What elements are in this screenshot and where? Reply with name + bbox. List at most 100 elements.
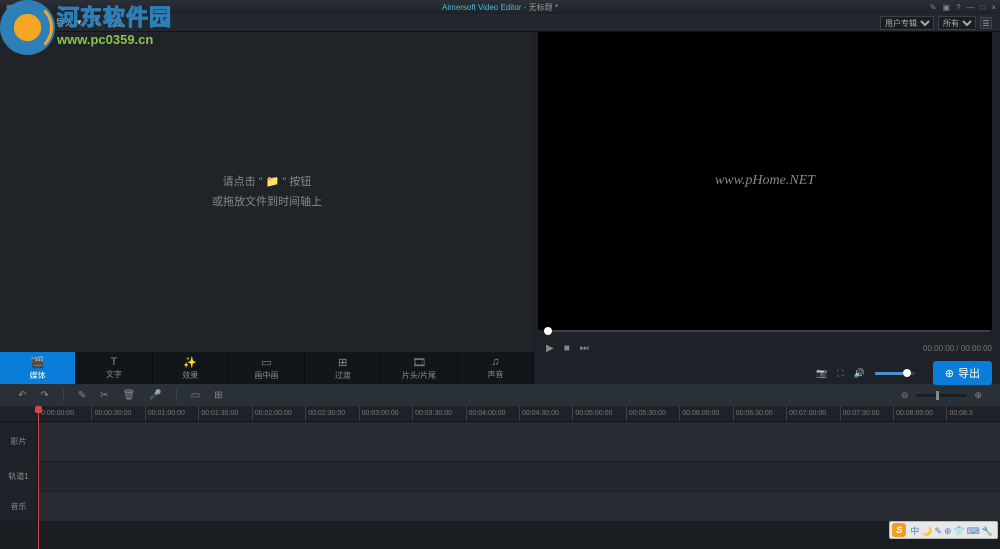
track-music-lane[interactable] <box>38 492 1000 521</box>
ruler-mark: 00:07:00:00 <box>786 406 839 421</box>
track-1-lane[interactable] <box>38 462 1000 491</box>
tab-sound[interactable]: ♫声音 <box>458 352 534 384</box>
titlebar-icon-0[interactable]: ▦ <box>6 3 14 12</box>
track-video: 影片 <box>0 422 1000 462</box>
ruler-mark: 00:08:3 <box>946 406 999 421</box>
ruler-mark: 00:08:00:00 <box>893 406 946 421</box>
preview-viewport[interactable]: www.pHome.NET <box>538 32 992 330</box>
main-toolbar: 导入 ▾ ⬇ 下载 <box>0 14 1000 32</box>
media-drop-area[interactable]: 请点击 "📁" 按钮 或拖放文件到时间轴上 <box>0 32 534 352</box>
category-tabs: 🎬媒体T文字✨效果▭画中画⊞过渡🎞片头/片尾♫声音 <box>0 352 534 384</box>
ruler-mark: 00:07:30:00 <box>840 406 893 421</box>
timeline-tracks: 影片轨道1音乐 <box>0 422 1000 522</box>
ime-item-5[interactable]: ⌨ <box>966 526 981 536</box>
edit-button[interactable]: ✎ <box>78 390 86 401</box>
ruler-mark: 00:04:30:00 <box>519 406 572 421</box>
tab-text-label: 文字 <box>106 369 122 380</box>
export-icon: ⊕ <box>945 367 954 380</box>
media-filter-bar: 用户专辑 所有 ☰ <box>880 14 1000 32</box>
import-button[interactable]: 导入 ▾ <box>56 16 82 29</box>
track-video-lane[interactable] <box>38 422 1000 461</box>
ime-item-0[interactable]: 中 <box>909 526 920 536</box>
zoom-slider[interactable] <box>916 394 966 397</box>
tab-intro[interactable]: 🎞片头/片尾 <box>381 352 457 384</box>
tab-transition-label: 过渡 <box>335 370 351 381</box>
tab-effects[interactable]: ✨效果 <box>153 352 229 384</box>
ruler-mark: 00:03:00:00 <box>359 406 412 421</box>
media-panel: 请点击 "📁" 按钮 或拖放文件到时间轴上 🎬媒体T文字✨效果▭画中画⊞过渡🎞片… <box>0 32 534 384</box>
tab-pip-label: 画中画 <box>254 370 278 381</box>
ime-item-3[interactable]: ⊕ <box>943 526 953 536</box>
volume-icon[interactable]: 🔊 <box>854 368 865 379</box>
zoom-in-button[interactable]: ⊕ <box>974 390 982 401</box>
preview-watermark: www.pHome.NET <box>715 173 815 189</box>
tab-sound-label: 声音 <box>487 369 503 380</box>
download-button[interactable]: ⬇ 下载 <box>94 16 123 29</box>
chevron-down-icon: ▾ <box>77 17 82 28</box>
track-1: 轨道1 <box>0 462 1000 492</box>
undo-button[interactable]: ↶ <box>18 390 26 401</box>
fullscreen-button[interactable]: ⛶ <box>837 368 843 379</box>
ruler-mark: 00:00:30:00 <box>91 406 144 421</box>
maximize-button[interactable]: □ <box>980 3 985 12</box>
titlebar-icon-1[interactable]: ⟲ <box>20 3 27 12</box>
doc-name: - 无标题 * <box>524 3 558 12</box>
ruler-mark: 00:02:30:00 <box>305 406 358 421</box>
ime-item-4[interactable]: 👕 <box>953 526 966 536</box>
album-dropdown[interactable]: 用户专辑 <box>880 16 934 30</box>
voiceover-button[interactable]: 🎤 <box>149 390 161 401</box>
ime-item-2[interactable]: ✎ <box>933 526 943 536</box>
tab-effects-label: 效果 <box>182 370 198 381</box>
app-title: Aimersoft Video Editor <box>442 3 521 12</box>
tab-sound-icon: ♫ <box>491 356 499 368</box>
ime-toolbar[interactable]: S 中🌙✎⊕👕⌨🔧 <box>889 521 998 539</box>
ruler-mark: 00:02:00:00 <box>252 406 305 421</box>
crop-button[interactable]: ▭ <box>191 390 200 401</box>
tab-transition-icon: ⊞ <box>338 356 347 369</box>
snapshot-button[interactable]: 📷 <box>816 368 827 379</box>
import-label: 导入 <box>56 16 74 29</box>
ruler-mark: 00:01:30:00 <box>198 406 251 421</box>
timeline-ruler[interactable]: 0:00:00:0000:00:30:0000:01:00:0000:01:30… <box>0 406 1000 422</box>
timeline-toolbar: ↶ ↷ ✎ ✂ 🗑 🎤 ▭ ⊞ ⊖ ⊕ <box>0 384 1000 406</box>
settings-icon[interactable]: ✎ <box>930 3 937 12</box>
track-1-label: 轨道1 <box>0 462 38 491</box>
redo-button[interactable]: ↷ <box>40 390 48 401</box>
tab-effects-icon: ✨ <box>183 356 197 369</box>
tab-transition[interactable]: ⊞过渡 <box>305 352 381 384</box>
volume-slider[interactable] <box>875 372 915 375</box>
stop-button[interactable]: ■ <box>564 343 570 354</box>
ruler-mark: 00:05:00:00 <box>572 406 625 421</box>
export-label: 导出 <box>958 365 980 381</box>
zoom-out-button[interactable]: ⊖ <box>901 390 909 401</box>
tab-text-icon: T <box>111 356 118 368</box>
preview-scrubber[interactable] <box>544 330 990 332</box>
close-button[interactable]: × <box>991 3 996 12</box>
ruler-mark: 00:06:00:00 <box>679 406 732 421</box>
ime-item-1[interactable]: 🌙 <box>920 526 933 536</box>
minimize-button[interactable]: — <box>966 3 974 12</box>
delete-button[interactable]: 🗑 <box>123 390 136 401</box>
ime-item-6[interactable]: 🔧 <box>981 526 994 536</box>
ruler-mark: 00:03:30:00 <box>412 406 465 421</box>
playhead[interactable] <box>38 406 39 549</box>
play-button[interactable]: ▶ <box>546 343 554 354</box>
tab-media[interactable]: 🎬媒体 <box>0 352 76 384</box>
view-list-toggle[interactable]: ☰ <box>980 17 992 29</box>
help-icon[interactable]: ? <box>956 3 960 12</box>
title-bar: ▦ ⟲ ℹ Aimersoft Video Editor - 无标题 * ✎ ▣? — □… <box>0 0 1000 14</box>
titlebar-icon-2[interactable]: ℹ <box>32 3 35 12</box>
split-button[interactable]: ✂ <box>100 390 108 401</box>
next-button[interactable]: ⏭ <box>580 343 589 354</box>
track-music: 音乐 <box>0 492 1000 522</box>
tab-text[interactable]: T文字 <box>76 352 152 384</box>
download-icon: ⬇ <box>94 17 102 28</box>
tab-media-icon: 🎬 <box>31 356 45 369</box>
mosaic-button[interactable]: ⊞ <box>214 390 222 401</box>
restore-icon[interactable]: ▣ <box>942 3 950 12</box>
filter-dropdown[interactable]: 所有 <box>938 16 976 30</box>
export-button[interactable]: ⊕ 导出 <box>933 361 992 385</box>
tab-pip[interactable]: ▭画中画 <box>229 352 305 384</box>
track-video-label: 影片 <box>0 422 38 461</box>
time-display: 00:00:00 / 00:00:00 <box>923 344 992 353</box>
